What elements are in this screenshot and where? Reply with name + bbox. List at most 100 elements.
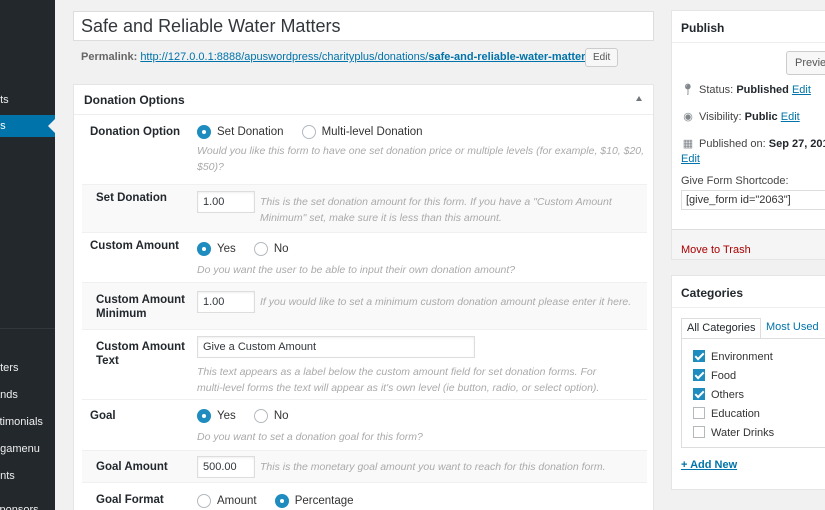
goal-format-row: Goal Format Amount Percentage xyxy=(82,483,647,510)
custom-amount-row: Custom Amount Yes No Do you want the use… xyxy=(82,233,647,283)
goal-amount-description: This is the monetary goal amount you wan… xyxy=(260,461,606,473)
custom-amount-minimum-description: If you would like to set a minimum custo… xyxy=(260,296,632,308)
permalink-slug: safe-and-reliable-water-matters xyxy=(428,51,592,63)
checkbox-checked-icon xyxy=(693,350,705,362)
status-edit-link[interactable]: Edit xyxy=(792,84,811,96)
move-to-trash-link[interactable]: Move to Trash xyxy=(681,244,751,256)
goal-amount-input[interactable]: 500.00 xyxy=(197,456,255,478)
donation-options-header[interactable]: Donation Options xyxy=(74,85,653,115)
sidebar-item-sponsors[interactable]: sponsors xyxy=(0,499,55,510)
post-title-input[interactable]: Safe and Reliable Water Matters xyxy=(73,11,654,41)
collapse-arrow-icon[interactable] xyxy=(636,96,642,101)
goal-yes-radio[interactable]: Yes xyxy=(197,409,236,423)
visibility-line: ◉ Visibility: Public Edit xyxy=(681,110,800,123)
custom-amount-text-input[interactable]: Give a Custom Amount xyxy=(197,336,475,358)
custom-amount-yes-radio[interactable]: Yes xyxy=(197,242,236,256)
goal-row: Goal Yes No Do you want to set a donatio… xyxy=(82,400,647,451)
shortcode-label: Give Form Shortcode: xyxy=(681,175,789,187)
permalink: Permalink: http://127.0.0.1:8888/apuswor… xyxy=(81,51,595,63)
custom-amount-minimum-input[interactable]: 1.00 xyxy=(197,291,255,313)
visibility-edit-link[interactable]: Edit xyxy=(781,111,800,123)
sidebar-item-testimonials[interactable]: stimonials xyxy=(0,411,55,433)
set-donation-row: Set Donation 1.00 This is the set donati… xyxy=(82,185,647,233)
checkbox-unchecked-icon xyxy=(693,426,705,438)
multi-level-donation-radio[interactable]: Multi-level Donation xyxy=(301,125,423,139)
eye-icon: ◉ xyxy=(683,111,693,123)
custom-amount-text-description: This text appears as a label below the c… xyxy=(197,366,600,394)
checkbox-checked-icon xyxy=(693,369,705,381)
custom-amount-description: Do you want the user to be able to input… xyxy=(197,264,516,276)
set-donation-radio[interactable]: Set Donation xyxy=(197,125,284,139)
custom-amount-no-radio[interactable]: No xyxy=(253,242,289,256)
custom-amount-minimum-row: Custom Amount Minimum 1.00 If you would … xyxy=(82,283,647,330)
donation-option-label: Donation Option xyxy=(90,126,181,138)
category-food[interactable]: Food xyxy=(693,369,736,382)
radio-checked-icon xyxy=(197,409,211,423)
category-environment[interactable]: Environment xyxy=(693,350,773,363)
custom-amount-minimum-label: Custom Amount Minimum xyxy=(96,294,186,320)
goal-format-percentage-radio[interactable]: Percentage xyxy=(274,494,354,508)
radio-checked-icon xyxy=(197,242,211,256)
categories-list: Environment Food Others Education Water … xyxy=(681,338,825,448)
permalink-label: Permalink: xyxy=(81,51,138,63)
publish-title: Publish xyxy=(672,11,825,43)
radio-checked-icon xyxy=(197,125,211,139)
goal-label: Goal xyxy=(90,410,116,422)
checkbox-checked-icon xyxy=(693,388,705,400)
category-others[interactable]: Others xyxy=(693,388,744,401)
publish-actions: Move to Trash xyxy=(672,229,825,259)
set-donation-input[interactable]: 1.00 xyxy=(197,191,255,213)
donation-option-row: Donation Option Set Donation Multi-level… xyxy=(82,119,647,185)
sidebar-item-comments[interactable]: nts xyxy=(0,89,55,111)
donation-options-box: Donation Options Donation Option Set Don… xyxy=(73,84,654,510)
category-water-drinks[interactable]: Water Drinks xyxy=(693,426,774,439)
sidebar-item-events[interactable]: ents xyxy=(0,465,55,487)
radio-unchecked-icon xyxy=(197,494,211,508)
categories-box: Categories All Categories Most Used Envi… xyxy=(671,275,825,490)
published-date: Sep 27, 2016 xyxy=(768,138,825,150)
sidebar-item-megamenu[interactable]: ogamenu xyxy=(0,438,55,460)
published-edit-link[interactable]: Edit xyxy=(681,153,700,165)
current-menu-arrow xyxy=(48,119,55,133)
pin-icon: 📍︎ xyxy=(681,84,695,96)
add-new-category-link[interactable]: + Add New xyxy=(681,459,737,471)
radio-unchecked-icon xyxy=(301,125,316,139)
radio-unchecked-icon xyxy=(253,242,268,256)
admin-sidebar: nts ns oters ands stimonials ogamenu ent… xyxy=(0,0,55,510)
tab-most-used[interactable]: Most Used xyxy=(761,318,824,339)
sidebar-item-donations[interactable]: ns xyxy=(0,115,55,137)
permalink-edit-button[interactable]: Edit xyxy=(585,48,619,67)
calendar-icon: ▦ xyxy=(682,138,694,150)
permalink-link[interactable]: http://127.0.0.1:8888/apuswordpress/char… xyxy=(140,51,594,63)
donation-option-description: Would you like this form to have one set… xyxy=(197,145,645,173)
goal-format-label: Goal Format xyxy=(96,494,164,506)
set-donation-description: This is the set donation amount for this… xyxy=(260,196,612,224)
goal-amount-label: Goal Amount xyxy=(96,461,168,473)
sidebar-item-brands[interactable]: ands xyxy=(0,384,55,406)
status-value: Published xyxy=(736,84,789,96)
custom-amount-label: Custom Amount xyxy=(90,240,180,252)
goal-format-amount-radio[interactable]: Amount xyxy=(197,494,257,508)
tab-all-categories[interactable]: All Categories xyxy=(681,318,762,339)
preview-button[interactable]: Preview xyxy=(786,51,825,75)
set-donation-label: Set Donation xyxy=(96,192,167,204)
donation-options-title: Donation Options xyxy=(84,93,185,107)
status-line: 📍︎ Status: Published Edit xyxy=(681,84,811,96)
sidebar-item-footers[interactable]: oters xyxy=(0,357,55,379)
permalink-base: http://127.0.0.1:8888/apuswordpress/char… xyxy=(140,51,429,63)
publish-box: Publish Preview 📍︎Status: Published Edit… xyxy=(671,10,825,260)
custom-amount-text-label: Custom Amount Text xyxy=(96,341,186,367)
visibility-value: Public xyxy=(744,111,778,123)
published-on-line: ▦Published on: Sep 27, 2016 xyxy=(681,137,825,150)
goal-no-radio[interactable]: No xyxy=(253,409,289,423)
sidebar-item-label: ns xyxy=(0,120,6,132)
shortcode-field[interactable]: [give_form id="2063"] xyxy=(681,190,825,210)
categories-tabs: All Categories Most Used xyxy=(681,318,825,339)
categories-title: Categories xyxy=(672,276,825,308)
radio-checked-icon xyxy=(274,494,289,508)
radio-unchecked-icon xyxy=(253,409,268,423)
goal-description: Do you want to set a donation goal for t… xyxy=(197,431,423,443)
category-education[interactable]: Education xyxy=(693,407,760,420)
checkbox-unchecked-icon xyxy=(693,407,705,419)
published-edit-line: Edit xyxy=(681,153,700,165)
